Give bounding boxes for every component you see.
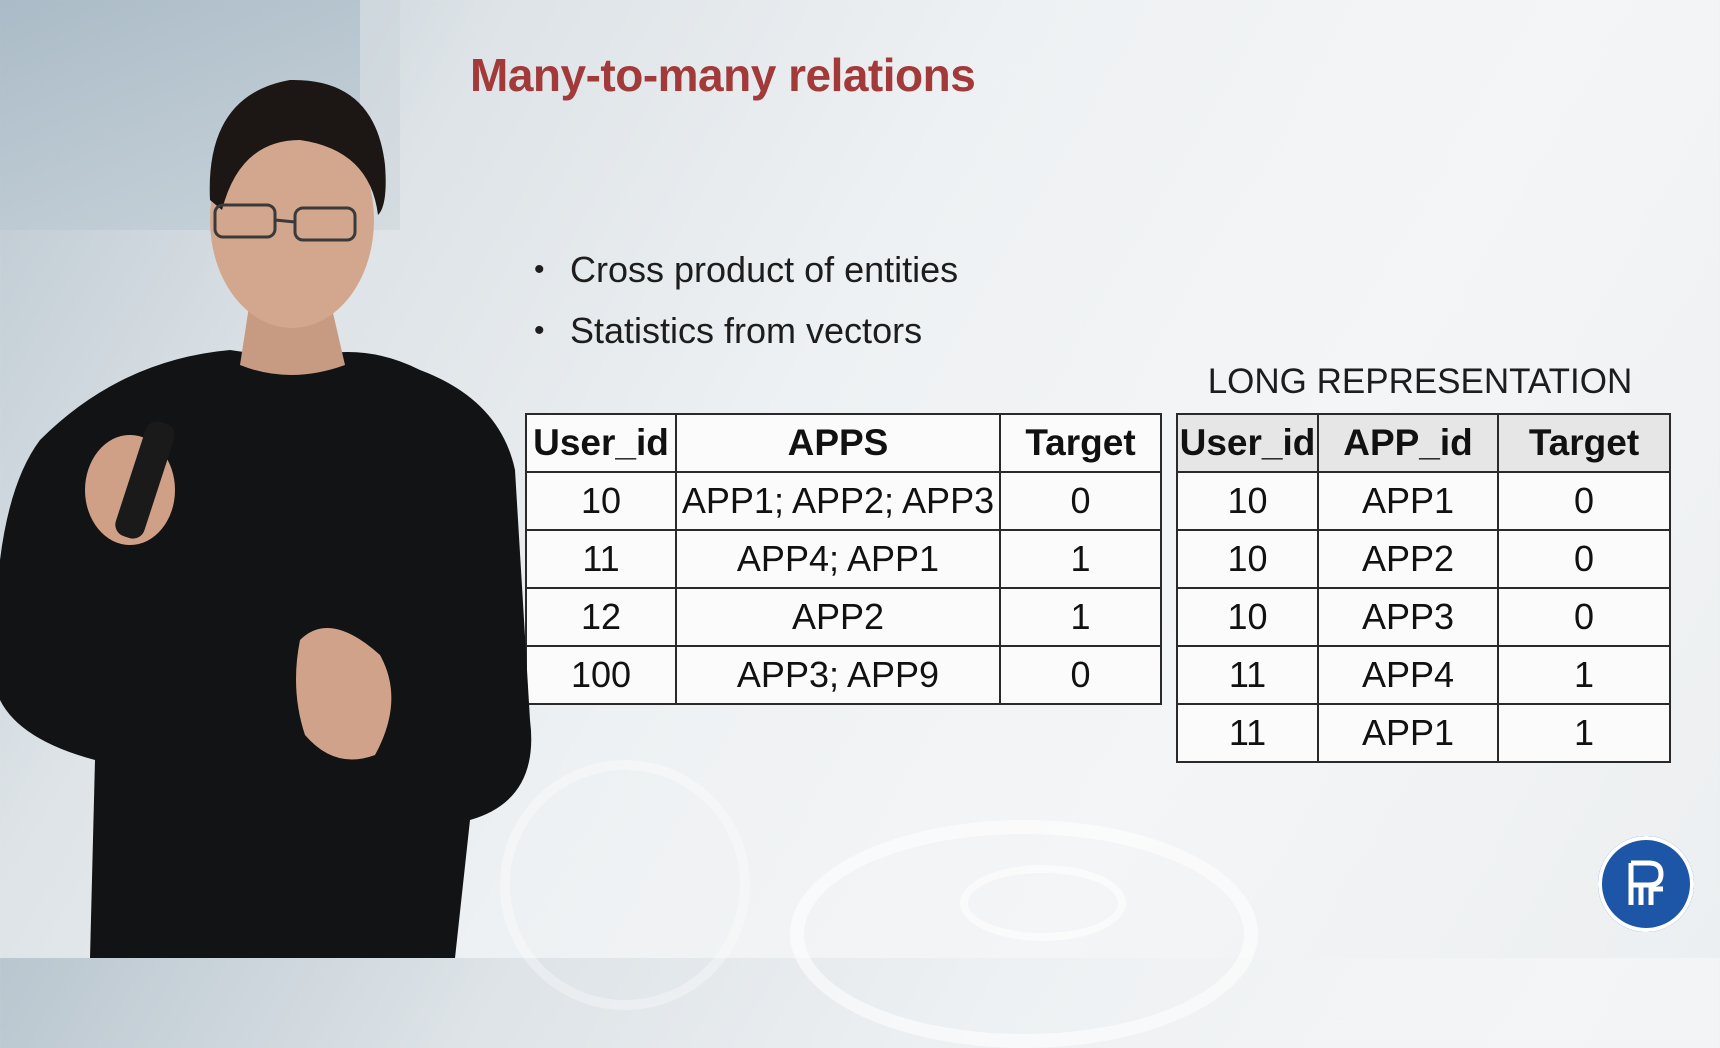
glasses-icon (274, 218, 296, 224)
table-cell: 0 (999, 471, 1162, 531)
table-row: 11 APP1 1 (1176, 703, 1671, 763)
table-cell: 11 (1176, 645, 1319, 705)
table-cell: 0 (1497, 471, 1671, 531)
bullet-item: • Statistics from vectors (534, 310, 958, 372)
gear-decoration (790, 820, 1258, 1048)
table-cell: 0 (1497, 529, 1671, 589)
table-cell: APP2 (675, 587, 1001, 647)
table-row: 10 APP3 0 (1176, 587, 1671, 647)
table-row: 100 APP3; APP9 0 (525, 645, 1162, 705)
table-cell: 0 (999, 645, 1162, 705)
bullet-item: • Cross product of entities (534, 249, 959, 311)
table-row: 10 APP1 0 (1176, 471, 1671, 531)
table-cell: APP3; APP9 (675, 645, 1001, 705)
table-cell: 1 (999, 587, 1162, 647)
table-row: 10 APP1; APP2; APP3 0 (525, 471, 1162, 531)
table-cell: APP1; APP2; APP3 (675, 471, 1001, 531)
bullet-text: Cross product of entities (570, 249, 959, 290)
table-cell: APP1 (1317, 471, 1499, 531)
table-row: 11 APP4 1 (1176, 645, 1671, 705)
table-cell: APP2 (1317, 529, 1499, 589)
table-cell: 11 (1176, 703, 1319, 763)
long-table-caption: LONG REPRESENTATION (1207, 362, 1633, 401)
gear-decoration (960, 865, 1126, 941)
table-cell: 0 (1497, 587, 1671, 647)
table-cell: 1 (1497, 703, 1671, 763)
column-header: APPS (675, 413, 1001, 473)
table-cell: 10 (1176, 471, 1319, 531)
bullet-list: • Cross product of entities • Statistics… (534, 249, 959, 372)
table-row: 12 APP2 1 (525, 587, 1162, 647)
column-header: Target (999, 413, 1162, 473)
logo-glyph (1628, 860, 1664, 905)
table-cell: APP4; APP1 (675, 529, 1001, 589)
bullet-text: Statistics from vectors (570, 310, 923, 351)
table-cell: 1 (999, 529, 1162, 589)
university-logo-icon (1598, 836, 1694, 932)
table-row: 11 APP4; APP1 1 (525, 529, 1162, 589)
column-header: APP_id (1317, 413, 1499, 473)
table-cell: 10 (1176, 529, 1319, 589)
presenter-torso (0, 350, 532, 958)
table-header-row: User_id APP_id Target (1176, 413, 1671, 473)
table-row: 10 APP2 0 (1176, 529, 1671, 589)
table-cell: APP1 (1317, 703, 1499, 763)
column-header: User_id (1176, 413, 1319, 473)
table-cell: APP3 (1317, 587, 1499, 647)
wide-table: User_id APPS Target 10 APP1; APP2; APP3 … (525, 413, 1162, 705)
presenter-figure (0, 79, 532, 958)
column-header: Target (1497, 413, 1671, 473)
long-table: User_id APP_id Target 10 APP1 0 10 APP2 … (1176, 413, 1671, 763)
table-cell: 1 (1497, 645, 1671, 705)
table-cell: 10 (1176, 587, 1319, 647)
table-header-row: User_id APPS Target (525, 413, 1162, 473)
table-cell: APP4 (1317, 645, 1499, 705)
